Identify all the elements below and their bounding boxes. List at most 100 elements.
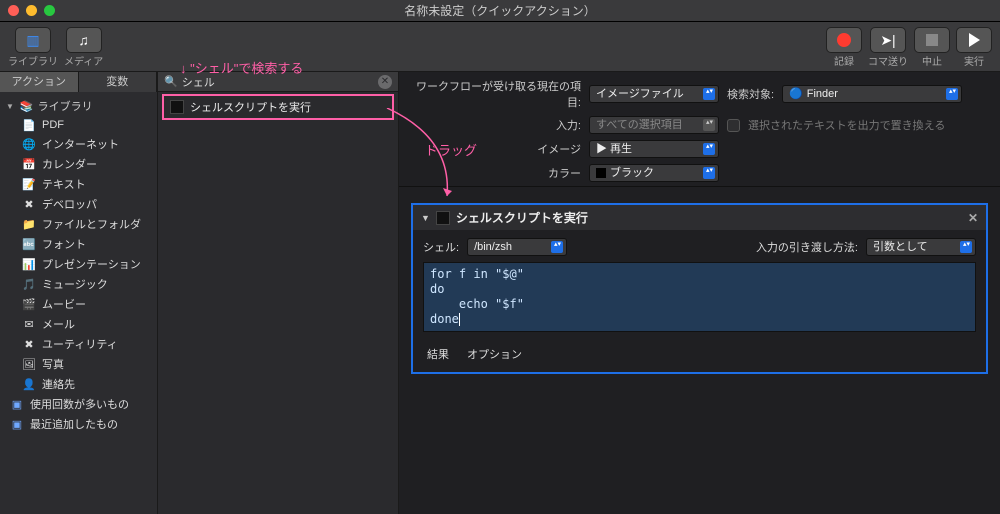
category-icon: 🌐: [22, 137, 36, 151]
smart-folder-icon: ▣: [10, 397, 24, 411]
workflow-canvas[interactable]: ▼ シェルスクリプトを実行 ✕ シェル: /bin/zsh▴▾ 入力の引き渡し方…: [399, 187, 1000, 514]
category-icon: 🔤: [22, 237, 36, 251]
category-icon: 📝: [22, 177, 36, 191]
passinput-select[interactable]: 引数として▴▾: [866, 238, 976, 256]
sidebar-item[interactable]: 🌐 インターネット: [0, 134, 157, 154]
sidebar-item[interactable]: 📁 ファイルとフォルダ: [0, 214, 157, 234]
action-card-close-button[interactable]: ✕: [968, 211, 978, 225]
sidebar-item[interactable]: 📝テキスト: [0, 174, 157, 194]
sidebar-header-library[interactable]: 📚ライブラリ: [0, 96, 157, 116]
search-row: 🔍 ✕: [158, 72, 398, 92]
window-title: 名称未設定（クイックアクション）: [0, 2, 1000, 19]
step-button[interactable]: ➤| コマ送り: [868, 27, 908, 68]
sidebar-item[interactable]: 🎵ミュージック: [0, 274, 157, 294]
minimize-button[interactable]: [26, 5, 37, 16]
action-card-run-shell-script: ▼ シェルスクリプトを実行 ✕ シェル: /bin/zsh▴▾ 入力の引き渡し方…: [411, 203, 988, 374]
sidebar-item-label: ムービー: [42, 296, 86, 312]
script-editor[interactable]: for f in "$@" do echo "$f" done: [423, 262, 976, 332]
sidebar-item[interactable]: ✖︎ ユーティリティ: [0, 334, 157, 354]
receives-label: ワークフローが受け取る現在の項目:: [411, 78, 581, 110]
sidebar-item-label: ファイルとフォルダ: [42, 216, 141, 232]
media-toggle-label: メディア: [64, 53, 103, 68]
sidebar-item[interactable]: 🖼 写真: [0, 354, 157, 374]
color-select[interactable]: ブラック▴▾: [589, 164, 719, 182]
disclosure-triangle-icon[interactable]: ▼: [421, 213, 430, 223]
stop-label: 中止: [922, 53, 942, 68]
search-icon: 🔍: [164, 75, 178, 88]
shell-select[interactable]: /bin/zsh▴▾: [467, 238, 567, 256]
sidebar-item-label: 写真: [42, 356, 64, 372]
stop-icon: [926, 34, 938, 46]
sidebar-item-label: メール: [42, 316, 75, 332]
zoom-button[interactable]: [44, 5, 55, 16]
sidebar-icon: ▥: [26, 32, 39, 49]
action-card-header[interactable]: ▼ シェルスクリプトを実行 ✕: [413, 205, 986, 230]
category-icon: 🎬: [22, 297, 36, 311]
sidebar-item-label: デベロッパ: [42, 196, 97, 212]
category-icon: 📁: [22, 217, 36, 231]
image-select[interactable]: ▶ 再生▴▾: [589, 140, 719, 158]
sidebar-item[interactable]: 🎬 ムービー: [0, 294, 157, 314]
clear-search-button[interactable]: ✕: [378, 75, 392, 89]
record-button[interactable]: 記録: [826, 27, 862, 68]
options-tab[interactable]: オプション: [467, 346, 522, 362]
category-icon: 📅: [22, 157, 36, 171]
results-tab[interactable]: 結果: [427, 346, 449, 362]
sidebar-item[interactable]: 📄PDF: [0, 116, 157, 134]
sidebar-smart-item[interactable]: ▣ 最近追加したもの: [0, 414, 157, 434]
category-icon: ✖︎: [22, 197, 36, 211]
sidebar-item-label: 使用回数が多いもの: [30, 396, 129, 412]
sidebar-item-label: ミュージック: [42, 276, 108, 292]
image-label: イメージ: [411, 141, 581, 157]
run-button[interactable]: 実行: [956, 27, 992, 68]
search-input[interactable]: [182, 76, 378, 88]
sidebar-column: アクション 変数 📚ライブラリ 📄PDF🌐インターネット📅カレンダー📝テキスト✖…: [0, 72, 158, 514]
sidebar-item[interactable]: 🔤フォント: [0, 234, 157, 254]
sidebar-item[interactable]: 👤 連絡先: [0, 374, 157, 394]
receives-select[interactable]: イメージファイル▴▾: [589, 85, 719, 103]
workflow-area: ワークフローが受け取る現在の項目: イメージファイル▴▾ 検索対象: 🔵Find…: [399, 72, 1000, 514]
input-label: 入力:: [411, 117, 581, 133]
in-label: 検索対象:: [727, 86, 774, 102]
terminal-icon: [436, 211, 450, 225]
sidebar-item[interactable]: ✉︎メール: [0, 314, 157, 334]
record-icon: [837, 33, 851, 47]
smart-folder-icon: ▣: [10, 417, 24, 431]
media-icon: ♫: [78, 32, 89, 48]
tab-action[interactable]: アクション: [0, 72, 79, 92]
sidebar-item-label: インターネット: [42, 136, 119, 152]
library-toggle-label: ライブラリ: [8, 53, 58, 68]
sidebar-item-label: 最近追加したもの: [30, 416, 118, 432]
shell-label: シェル:: [423, 239, 459, 255]
color-swatch: [596, 168, 606, 178]
library-toggle-button[interactable]: ▥ ライブラリ: [8, 27, 58, 68]
sidebar-item[interactable]: ✖︎ デベロッパ: [0, 194, 157, 214]
step-label: コマ送り: [868, 53, 908, 68]
category-icon: ✖︎: [22, 337, 36, 351]
replace-text-checkbox[interactable]: [727, 119, 740, 132]
record-label: 記録: [834, 53, 854, 68]
in-app-select[interactable]: 🔵Finder▴▾: [782, 85, 962, 103]
step-icon: ➤|: [880, 32, 895, 49]
category-icon: 👤: [22, 377, 36, 391]
library-sidebar: 📚ライブラリ 📄PDF 🌐 インターネット 📅カレンダー📝テキスト ✖︎ デベロッパ 📁 ファ…: [0, 92, 157, 438]
play-icon: [969, 33, 980, 47]
close-button[interactable]: [8, 5, 19, 16]
tab-variable[interactable]: 変数: [79, 72, 158, 92]
action-result-label: シェルスクリプトを実行: [190, 99, 311, 115]
input-select[interactable]: すべての選択項目▴▾: [589, 116, 719, 134]
workflow-input-header: ワークフローが受け取る現在の項目: イメージファイル▴▾ 検索対象: 🔵Find…: [399, 72, 1000, 187]
stop-button[interactable]: 中止: [914, 27, 950, 68]
sidebar-item-label: 連絡先: [42, 376, 75, 392]
sidebar-item-label: ユーティリティ: [42, 336, 118, 352]
window-controls: [8, 5, 55, 16]
sidebar-item[interactable]: 📅カレンダー: [0, 154, 157, 174]
category-icon: 📊: [22, 257, 36, 271]
passinput-label: 入力の引き渡し方法:: [756, 239, 858, 255]
category-icon: 🖼: [22, 357, 36, 371]
sidebar-smart-item[interactable]: ▣ 使用回数が多いもの: [0, 394, 157, 414]
media-toggle-button[interactable]: ♫ メディア: [64, 27, 103, 68]
sidebar-item[interactable]: 📊プレゼンテーション: [0, 254, 157, 274]
action-result-run-shell-script[interactable]: シェルスクリプトを実行: [162, 94, 394, 120]
action-card-title: シェルスクリプトを実行: [456, 209, 588, 226]
